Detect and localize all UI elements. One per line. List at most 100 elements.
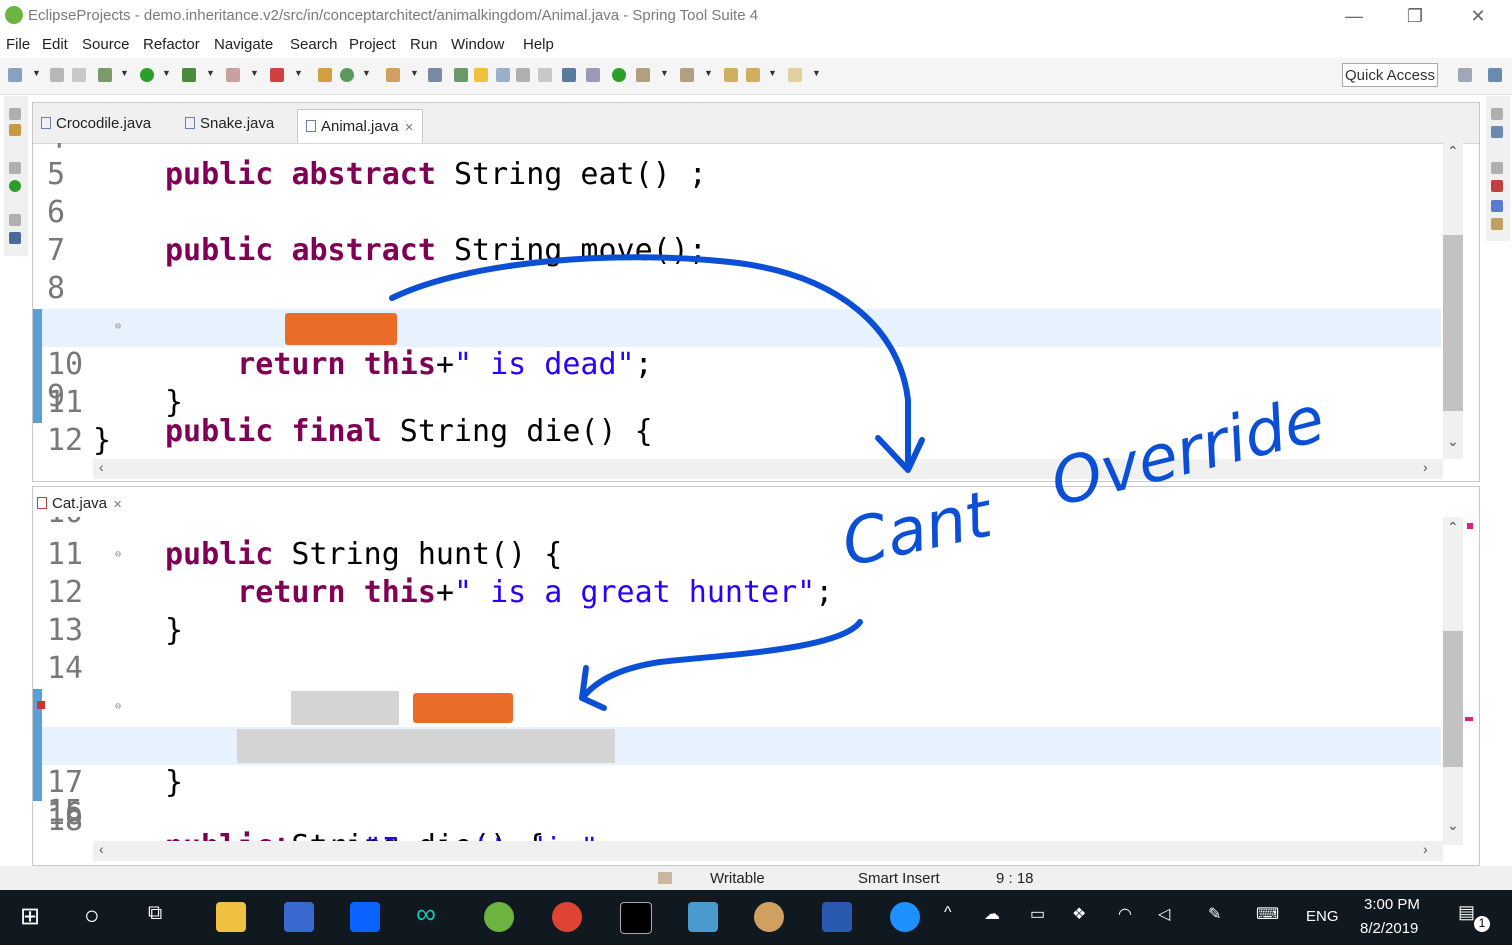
- scroll-thumb[interactable]: [1443, 235, 1463, 411]
- previous-annotation-icon[interactable]: [680, 68, 694, 82]
- java-perspective-icon[interactable]: [1488, 68, 1502, 82]
- file-explorer-icon[interactable]: [216, 902, 246, 932]
- outline-icon[interactable]: [1491, 126, 1503, 138]
- store-icon[interactable]: [284, 902, 314, 932]
- chevron-down-icon[interactable]: ▼: [162, 68, 171, 78]
- clock-date[interactable]: 8/2/2019: [1360, 920, 1418, 937]
- error-marker-icon[interactable]: [37, 701, 45, 709]
- menu-help[interactable]: Help: [523, 36, 554, 53]
- arduino-icon[interactable]: ∞: [416, 898, 436, 930]
- restore-icon[interactable]: [1491, 162, 1503, 174]
- restore-icon[interactable]: [9, 214, 21, 226]
- chevron-down-icon[interactable]: ▼: [120, 68, 129, 78]
- clock-time[interactable]: 3:00 PM: [1364, 896, 1420, 913]
- menu-window[interactable]: Window: [451, 36, 504, 53]
- menu-run[interactable]: Run: [410, 36, 438, 53]
- external-tools-icon[interactable]: [182, 68, 196, 82]
- chevron-up-icon[interactable]: ^: [944, 904, 952, 922]
- new-class-icon[interactable]: [340, 68, 354, 82]
- chevron-up-icon[interactable]: ⌃: [1447, 519, 1459, 536]
- toggle-breakpoint-icon[interactable]: [586, 68, 600, 82]
- chevron-down-icon[interactable]: ▼: [250, 68, 259, 78]
- pen-icon[interactable]: ✎: [1208, 904, 1221, 924]
- chevron-down-icon[interactable]: ▼: [704, 68, 713, 78]
- close-tab-icon[interactable]: ✕: [405, 122, 414, 134]
- back-icon[interactable]: [746, 68, 760, 82]
- chevron-down-icon[interactable]: ▼: [410, 68, 419, 78]
- error-overview-marker[interactable]: [1467, 523, 1473, 529]
- onedrive-icon[interactable]: ☁: [984, 904, 1000, 924]
- tab-animal-java[interactable]: Animal.java ✕: [297, 109, 423, 143]
- volume-icon[interactable]: ◁: [1158, 904, 1170, 924]
- chevron-down-icon[interactable]: ▼: [294, 68, 303, 78]
- open-task-icon[interactable]: [428, 68, 442, 82]
- scroll-thumb[interactable]: [1443, 631, 1463, 767]
- search-icon[interactable]: ○: [84, 900, 100, 931]
- last-edit-icon[interactable]: [724, 68, 738, 82]
- restore-icon[interactable]: [9, 162, 21, 174]
- spring-tool-suite-icon[interactable]: [484, 902, 514, 932]
- console-icon[interactable]: [562, 68, 576, 82]
- paint-icon[interactable]: [754, 902, 784, 932]
- boot-dashboard-icon[interactable]: [612, 68, 626, 82]
- save-icon[interactable]: [50, 68, 64, 82]
- forward-icon[interactable]: [788, 68, 802, 82]
- close-button[interactable]: ✕: [1458, 4, 1498, 28]
- menu-edit[interactable]: Edit: [42, 36, 68, 53]
- menu-search[interactable]: Search: [290, 36, 338, 53]
- restore-icon[interactable]: [1491, 108, 1503, 120]
- chevron-down-icon[interactable]: ▼: [362, 68, 371, 78]
- quick-access-input[interactable]: Quick Access: [1342, 63, 1438, 87]
- menu-refactor[interactable]: Refactor: [143, 36, 200, 53]
- javadoc-icon[interactable]: [1491, 200, 1503, 212]
- relaunch-icon[interactable]: [270, 68, 284, 82]
- stop-icon[interactable]: [226, 68, 240, 82]
- boot-dashboard-icon[interactable]: [9, 180, 21, 192]
- language-indicator[interactable]: ENG: [1306, 908, 1339, 925]
- whiteboard-icon[interactable]: [688, 902, 718, 932]
- minimize-button[interactable]: —: [1334, 4, 1374, 28]
- code-area[interactable]: 10 11 ⊖ public String hunt() { 12 return t…: [33, 517, 1441, 845]
- tab-crocodile-java[interactable]: Crocodile.java: [41, 115, 151, 132]
- new-package-icon[interactable]: [318, 68, 332, 82]
- dropbox-tray-icon[interactable]: ❖: [1072, 904, 1086, 924]
- battery-icon[interactable]: ▭: [1030, 904, 1045, 924]
- chevron-down-icon[interactable]: ▼: [768, 68, 777, 78]
- wifi-icon[interactable]: ◠: [1118, 904, 1132, 924]
- chrome-icon[interactable]: [552, 902, 582, 932]
- menu-file[interactable]: File: [6, 36, 30, 53]
- run-icon[interactable]: [140, 68, 154, 82]
- debug-icon[interactable]: [98, 68, 112, 82]
- menu-project[interactable]: Project: [349, 36, 396, 53]
- chevron-left-icon[interactable]: ‹: [99, 841, 104, 857]
- keyboard-icon[interactable]: ⌨: [1256, 904, 1279, 924]
- block-selection-icon[interactable]: [496, 68, 510, 82]
- terminal-icon[interactable]: [620, 902, 652, 934]
- tab-snake-java[interactable]: Snake.java: [185, 115, 274, 132]
- open-perspective-icon[interactable]: [1458, 68, 1472, 82]
- chevron-down-icon[interactable]: ▼: [206, 68, 215, 78]
- windows-start-icon[interactable]: ⊞: [20, 902, 40, 931]
- chevron-left-icon[interactable]: ‹: [99, 459, 104, 475]
- restore-button[interactable]: ❐: [1395, 4, 1435, 28]
- fold-icon[interactable]: ⊖: [115, 549, 121, 560]
- chevron-down-icon[interactable]: ▼: [660, 68, 669, 78]
- bottom-horizontal-scrollbar[interactable]: ‹ ›: [93, 841, 1443, 861]
- console-icon[interactable]: [9, 232, 21, 244]
- declaration-icon[interactable]: [1491, 218, 1503, 230]
- show-whitespace-icon[interactable]: [516, 68, 530, 82]
- top-horizontal-scrollbar[interactable]: ‹ ›: [93, 459, 1443, 479]
- problems-icon[interactable]: [1491, 180, 1503, 192]
- fold-icon[interactable]: ⊖: [115, 701, 121, 712]
- next-annotation-icon[interactable]: [636, 68, 650, 82]
- restore-icon[interactable]: [9, 108, 21, 120]
- menu-navigate[interactable]: Navigate: [214, 36, 273, 53]
- search-icon[interactable]: [454, 68, 468, 82]
- top-vertical-scrollbar[interactable]: ⌃ ⌄: [1443, 143, 1463, 459]
- code-area[interactable]: 4 5 public abstract String eat() ; 6 7 pub…: [33, 143, 1441, 459]
- mark-occurrences-icon[interactable]: [474, 68, 488, 82]
- chevron-down-icon[interactable]: ⌄: [1447, 817, 1459, 834]
- dropbox-icon[interactable]: [350, 902, 380, 932]
- fold-icon[interactable]: ⊖: [115, 321, 121, 332]
- bottom-vertical-scrollbar[interactable]: ⌃ ⌄: [1443, 517, 1463, 845]
